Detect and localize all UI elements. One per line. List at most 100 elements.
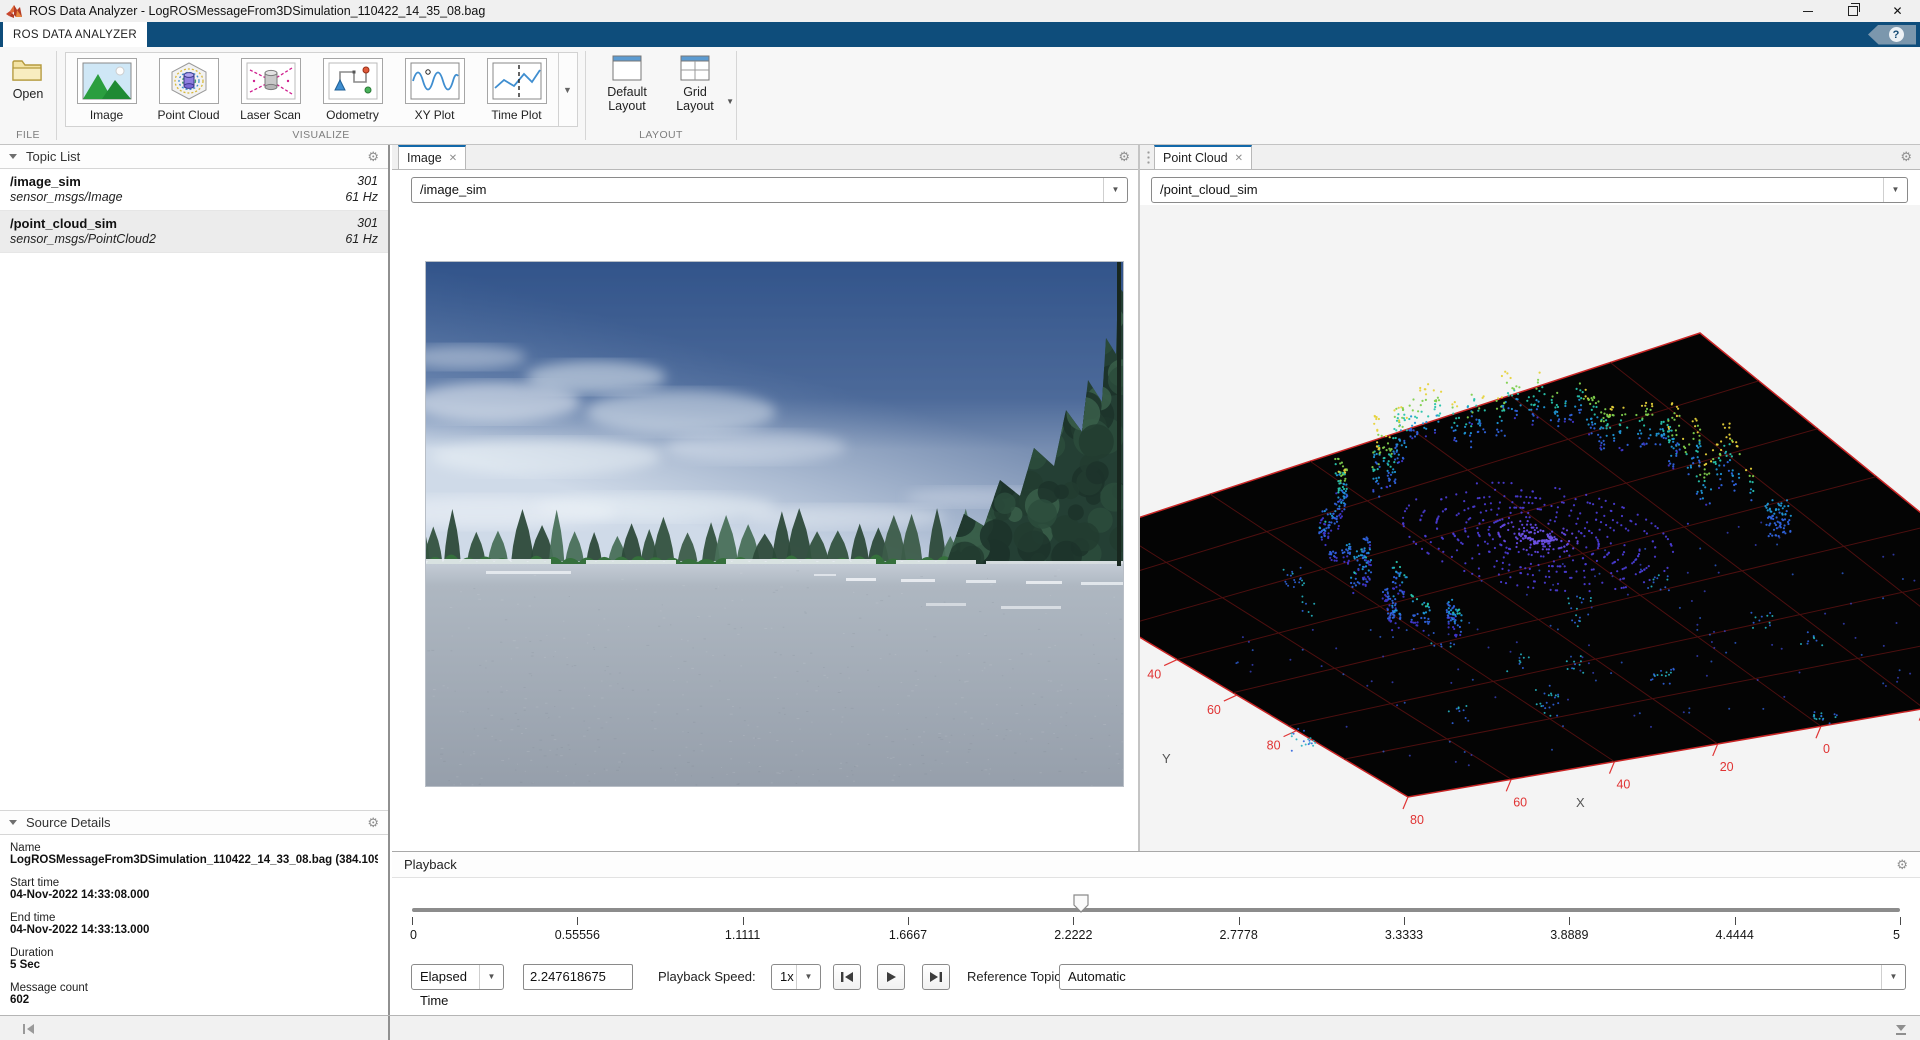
gear-icon[interactable]: ⚙: [1900, 149, 1912, 165]
help-icon: ?: [1889, 27, 1904, 42]
svg-text:40: 40: [1616, 778, 1630, 792]
step-forward-button[interactable]: [922, 964, 950, 990]
detail-value: 04-Nov-2022 14:33:13.000: [10, 924, 378, 936]
restore-icon: [1848, 6, 1858, 16]
odometry-icon: [323, 58, 383, 104]
tab-close-icon[interactable]: ✕: [1235, 153, 1243, 164]
grid-layout-caret-icon[interactable]: ▼: [726, 97, 734, 106]
open-button[interactable]: Open: [11, 56, 45, 101]
minimize-button[interactable]: [1785, 0, 1830, 22]
visualize-image-button[interactable]: Image: [66, 53, 148, 126]
tab-image[interactable]: Image ✕: [398, 145, 466, 169]
visualize-point-cloud-button[interactable]: Point Cloud: [148, 53, 230, 126]
drag-handle-icon[interactable]: [1146, 150, 1151, 165]
detail-value: LogROSMessageFrom3DSimulation_110422_14_…: [10, 854, 378, 866]
svg-text:80: 80: [1410, 813, 1424, 827]
image-topic-dropdown[interactable]: /image_sim ▼: [411, 177, 1128, 203]
tab-close-icon[interactable]: ✕: [449, 153, 457, 164]
image-icon: [77, 58, 137, 104]
collapse-icon[interactable]: [9, 820, 17, 825]
time-plot-icon: [487, 58, 547, 104]
play-button[interactable]: [877, 964, 905, 990]
point-cloud-topic-dropdown[interactable]: /point_cloud_sim ▼: [1151, 177, 1908, 203]
image-canvas: [392, 205, 1138, 851]
svg-text:Y: Y: [1162, 751, 1171, 766]
minimize-icon: [1803, 11, 1813, 12]
status-divider: [388, 1016, 390, 1040]
gallery-expand-button[interactable]: ▼: [558, 53, 577, 126]
gallery-item-label: Odometry: [326, 108, 379, 122]
playback-panel: Playback ⚙ 00.555561.11111.66672.22222.7…: [392, 851, 1920, 1016]
grid-layout-label: Grid Layout: [668, 85, 722, 114]
chevron-down-icon: ▼: [1883, 178, 1907, 202]
gallery-item-label: XY Plot: [415, 108, 455, 122]
chevron-down-icon: ▼: [1881, 965, 1905, 989]
left-sidebar: Topic List ⚙ /image_sim 301 sensor_msgs/…: [0, 145, 390, 1015]
skip-forward-icon: [929, 971, 943, 983]
title-bar: ROS Data Analyzer - LogROSMessageFrom3DS…: [0, 0, 1920, 23]
source-details-header: Source Details ⚙: [0, 810, 388, 835]
ribbon-tab-bar: ROS DATA ANALYZER ?: [0, 22, 1920, 47]
step-back-button[interactable]: [833, 964, 861, 990]
gear-icon[interactable]: ⚙: [1118, 149, 1130, 165]
laser-scan-icon: [241, 58, 301, 104]
file-section-label: FILE: [0, 129, 56, 141]
playback-slider: 00.555561.11111.66672.22222.77783.33333.…: [412, 877, 1900, 947]
chevron-down-icon: ▼: [1103, 178, 1127, 202]
slider-track[interactable]: [412, 908, 1900, 912]
slider-thumb[interactable]: [1073, 894, 1089, 914]
point-cloud-canvas[interactable]: 806040200-20406080XY: [1140, 205, 1920, 851]
point-cloud-icon: [159, 58, 219, 104]
playback-controls: Elapsed Time ▼ 2.247618675 Playback Spee…: [392, 964, 1920, 990]
grid-layout-icon: [680, 55, 710, 81]
time-mode-dropdown[interactable]: Elapsed Time ▼: [411, 964, 504, 990]
gear-icon[interactable]: ⚙: [367, 816, 379, 829]
visualize-xy-plot-button[interactable]: XY Plot: [394, 53, 476, 126]
default-layout-button[interactable]: Default Layout: [600, 55, 654, 114]
detail-value: 5 Sec: [10, 959, 378, 971]
gear-icon[interactable]: ⚙: [367, 150, 379, 163]
ribbon-toolstrip: Open FILE Image: [0, 47, 1920, 145]
visualize-time-plot-button[interactable]: Time Plot: [476, 53, 558, 126]
layout-section-label: LAYOUT: [586, 129, 736, 141]
source-details-title: Source Details: [26, 815, 111, 830]
chevron-down-icon: ▼: [479, 965, 503, 989]
gear-icon[interactable]: ⚙: [1896, 858, 1908, 871]
point-cloud-tab-strip: Point Cloud ✕ ⚙: [1140, 145, 1920, 170]
tab-point-cloud[interactable]: Point Cloud ✕: [1154, 145, 1252, 169]
topic-row-point-cloud-sim[interactable]: /point_cloud_sim 301 sensor_msgs/PointCl…: [0, 211, 388, 253]
open-label: Open: [13, 87, 44, 101]
default-layout-icon: [612, 55, 642, 81]
svg-text:40: 40: [1147, 668, 1161, 682]
topic-list-header: Topic List ⚙: [0, 145, 388, 169]
playback-speed-dropdown[interactable]: 1x ▼: [771, 964, 821, 990]
detail-value: 602: [10, 994, 378, 1006]
help-button[interactable]: ?: [1868, 25, 1916, 45]
collapse-icon[interactable]: [9, 154, 17, 159]
topic-row-image-sim[interactable]: /image_sim 301 sensor_msgs/Image 61 Hz: [0, 169, 388, 211]
matlab-logo-icon: [6, 4, 22, 19]
visualize-laser-scan-button[interactable]: Laser Scan: [230, 53, 312, 126]
grid-layout-button[interactable]: Grid Layout ▼: [668, 55, 722, 114]
collapse-sidebar-button[interactable]: [22, 1022, 36, 1040]
playback-header: Playback ⚙: [392, 852, 1920, 878]
reference-topic-dropdown[interactable]: Automatic ▼: [1059, 964, 1906, 990]
visualize-odometry-button[interactable]: Odometry: [312, 53, 394, 126]
tab-ros-data-analyzer[interactable]: ROS DATA ANALYZER: [3, 22, 147, 47]
svg-text:0: 0: [1823, 742, 1830, 756]
detail-label: End time: [10, 912, 378, 924]
status-bar: [0, 1015, 1920, 1040]
visualize-section-label: VISUALIZE: [57, 129, 585, 141]
svg-text:60: 60: [1513, 795, 1527, 809]
collapse-playback-button[interactable]: [1894, 1022, 1908, 1040]
default-layout-label: Default Layout: [600, 85, 654, 114]
svg-text:80: 80: [1267, 739, 1281, 753]
restore-button[interactable]: [1830, 0, 1875, 22]
detail-label: Name: [10, 842, 378, 854]
gallery-item-label: Image: [90, 108, 123, 122]
elapsed-time-field[interactable]: 2.247618675: [523, 964, 633, 990]
svg-text:20: 20: [1720, 760, 1734, 774]
chevron-down-icon: ▼: [796, 965, 820, 989]
gallery-item-label: Time Plot: [491, 108, 541, 122]
close-button[interactable]: ✕: [1875, 0, 1920, 22]
